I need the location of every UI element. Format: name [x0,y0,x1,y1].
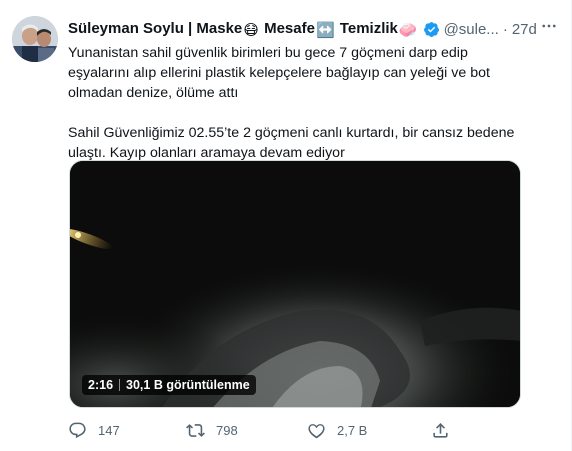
like-icon [308,423,325,438]
video-duration: 2:16 [88,378,114,392]
reply-icon [69,422,86,438]
author-name-part-3[interactable]: Temizlik [340,20,398,37]
retweet-icon [186,423,205,437]
video-view-count: 30,1 B görüntülenme [126,378,250,392]
avatar[interactable] [12,16,58,62]
video-frame [70,161,520,407]
more-horizontal-icon[interactable] [537,14,561,38]
tweet-actions: 147 798 2,7 B [68,418,468,442]
tweet-paragraph-2: Sahil Güvenliğimiz 02.55’te 2 göçmeni ca… [68,125,515,161]
video-player[interactable]: 2:16 30,1 B görüntülenme [69,160,521,408]
author-name-part-1[interactable]: Süleyman Soylu | Maske [68,20,242,37]
verified-badge-icon [423,21,440,38]
author-name[interactable]: Süleyman Soylu | Maske😷 Mesafe↔️ Temizli… [68,20,419,39]
time-separator: · [502,20,508,38]
like-button[interactable]: 2,7 B [307,418,367,442]
share-button[interactable] [431,418,461,442]
tweet-header: Süleyman Soylu | Maske😷 Mesafe↔️ Temizli… [68,18,563,40]
tweet[interactable]: Süleyman Soylu | Maske😷 Mesafe↔️ Temizli… [0,0,572,451]
soap-emoji: 🧼 [398,21,418,39]
badge-divider [119,379,121,391]
author-handle[interactable]: @sule... [444,21,499,38]
author-name-part-2[interactable]: Mesafe [264,20,315,37]
video-info-badge: 2:16 30,1 B görüntülenme [82,375,256,395]
like-count: 2,7 B [337,422,368,438]
share-icon [433,422,448,438]
retweet-count: 798 [216,422,238,438]
reply-button[interactable]: 147 [68,418,120,442]
tweet-timestamp[interactable]: 27d [512,21,537,38]
reply-count: 147 [98,422,120,438]
mask-emoji: 😷 [243,21,259,39]
retweet-button[interactable]: 798 [186,418,238,442]
tweet-paragraph-1: Yunanistan sahil güvenlik birimleri bu g… [68,45,490,101]
arrows-emoji: ↔️ [315,21,335,39]
